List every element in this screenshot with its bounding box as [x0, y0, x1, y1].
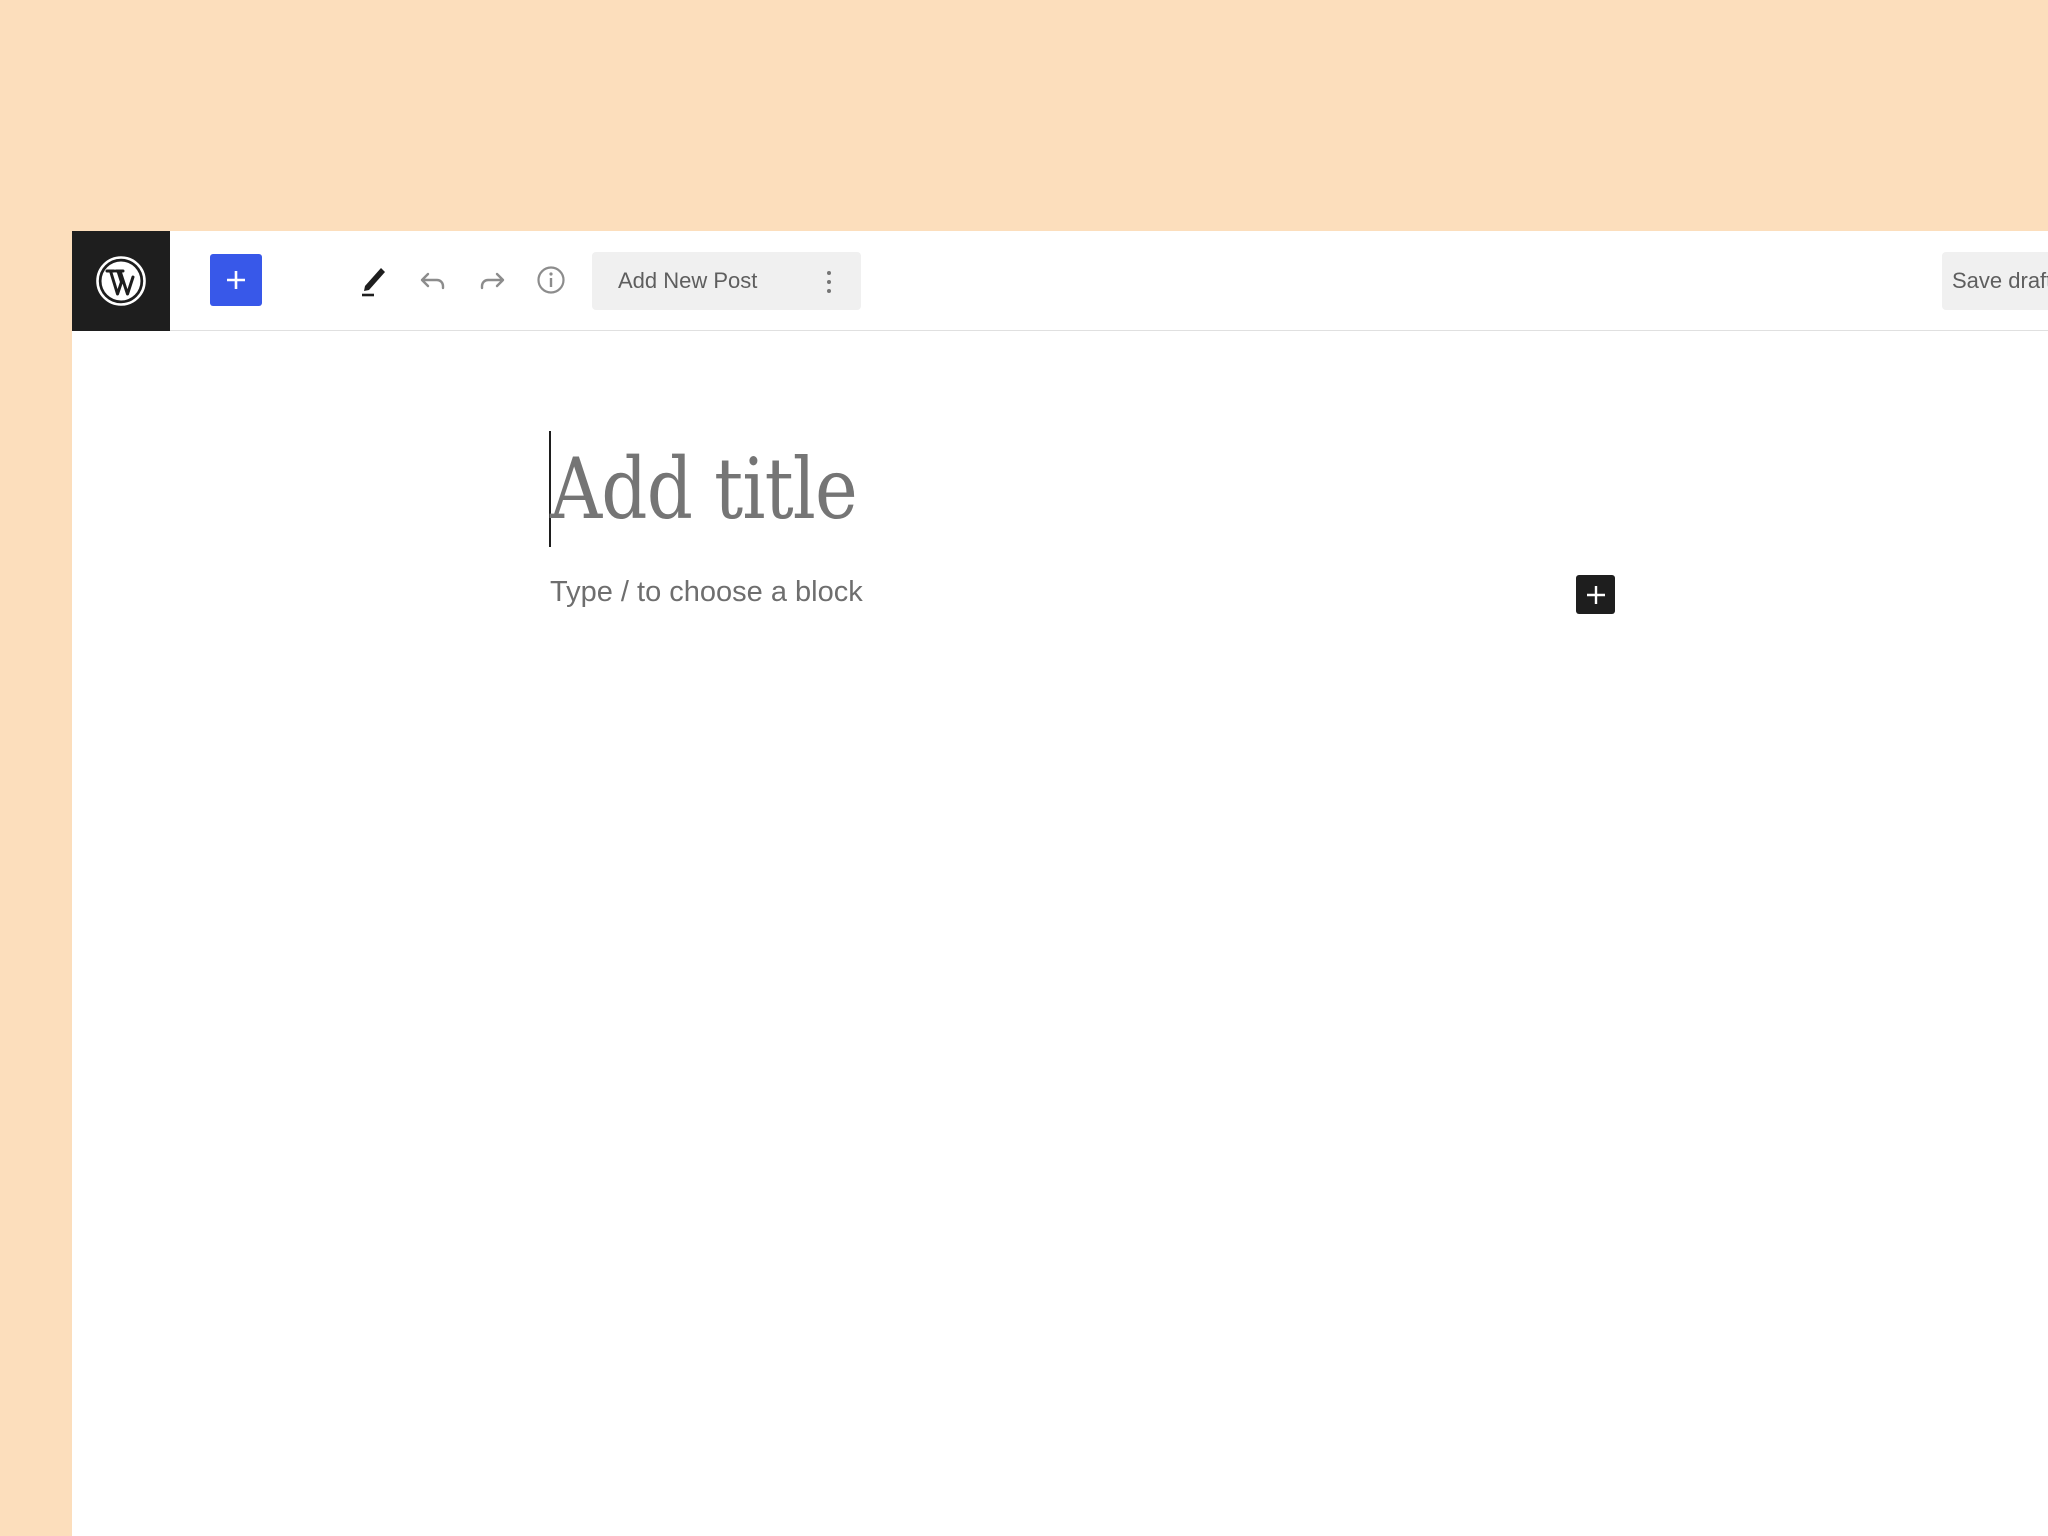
- default-block-appender[interactable]: Type / to choose a block: [550, 576, 863, 609]
- plus-icon: [227, 271, 245, 289]
- details-button[interactable]: [525, 254, 577, 306]
- wordpress-logo-button[interactable]: [72, 231, 170, 331]
- tools-button[interactable]: [348, 254, 400, 306]
- info-icon: [537, 266, 565, 294]
- editor-window: Add New Post Save draft Add title Type /…: [72, 231, 2048, 1536]
- undo-icon: [420, 272, 445, 290]
- post-title-field[interactable]: Add title: [549, 431, 1449, 547]
- redo-button[interactable]: [466, 254, 518, 306]
- inline-add-block-button[interactable]: [1576, 575, 1615, 614]
- add-block-button[interactable]: [210, 254, 262, 306]
- document-title[interactable]: Add New Post: [618, 252, 757, 310]
- undo-button[interactable]: [407, 254, 459, 306]
- wordpress-logo-icon: [96, 256, 146, 306]
- redo-icon: [480, 272, 505, 290]
- document-title-bar[interactable]: Add New Post: [592, 252, 861, 310]
- save-draft-button[interactable]: Save draft: [1942, 252, 2048, 310]
- pencil-icon: [362, 268, 385, 297]
- vertical-ellipsis-icon[interactable]: [825, 270, 833, 294]
- editor-canvas[interactable]: Add title Type / to choose a block: [72, 331, 2048, 1536]
- editor-header: Add New Post Save draft: [72, 231, 2048, 331]
- post-title-placeholder: Add title: [550, 440, 858, 538]
- plus-icon: [1586, 585, 1605, 604]
